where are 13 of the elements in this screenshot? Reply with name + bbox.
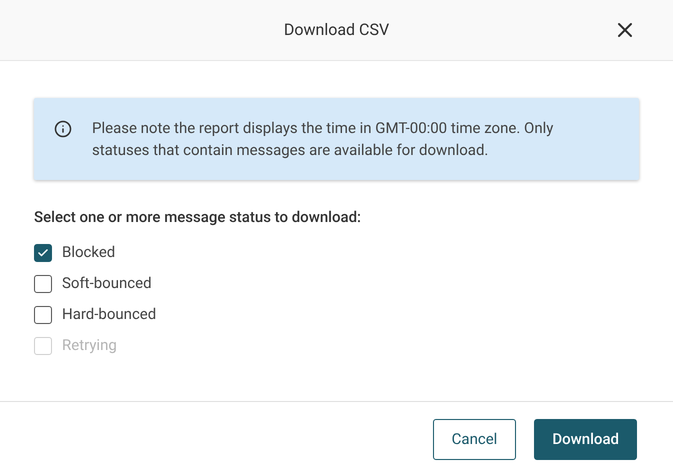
status-checkbox[interactable]: Hard-bounced (34, 304, 156, 324)
status-checkbox[interactable]: Soft-bounced (34, 274, 152, 294)
prompt-label: Select one or more message status to download: (34, 207, 362, 228)
check-icon (37, 246, 49, 258)
info-icon (54, 120, 72, 138)
download-button[interactable]: Download (534, 419, 637, 460)
checkbox[interactable] (34, 274, 52, 292)
checkbox[interactable] (34, 244, 52, 262)
notice-text: Please note the report displays the time in GMT-00:00 time zone. Only statuses that contain messages are available for download. (92, 118, 554, 161)
dialog-title: Download CSV (284, 19, 390, 41)
status-checkbox[interactable]: Blocked (34, 242, 116, 262)
checkbox[interactable] (34, 306, 52, 324)
cancel-button[interactable]: Cancel (432, 419, 516, 460)
